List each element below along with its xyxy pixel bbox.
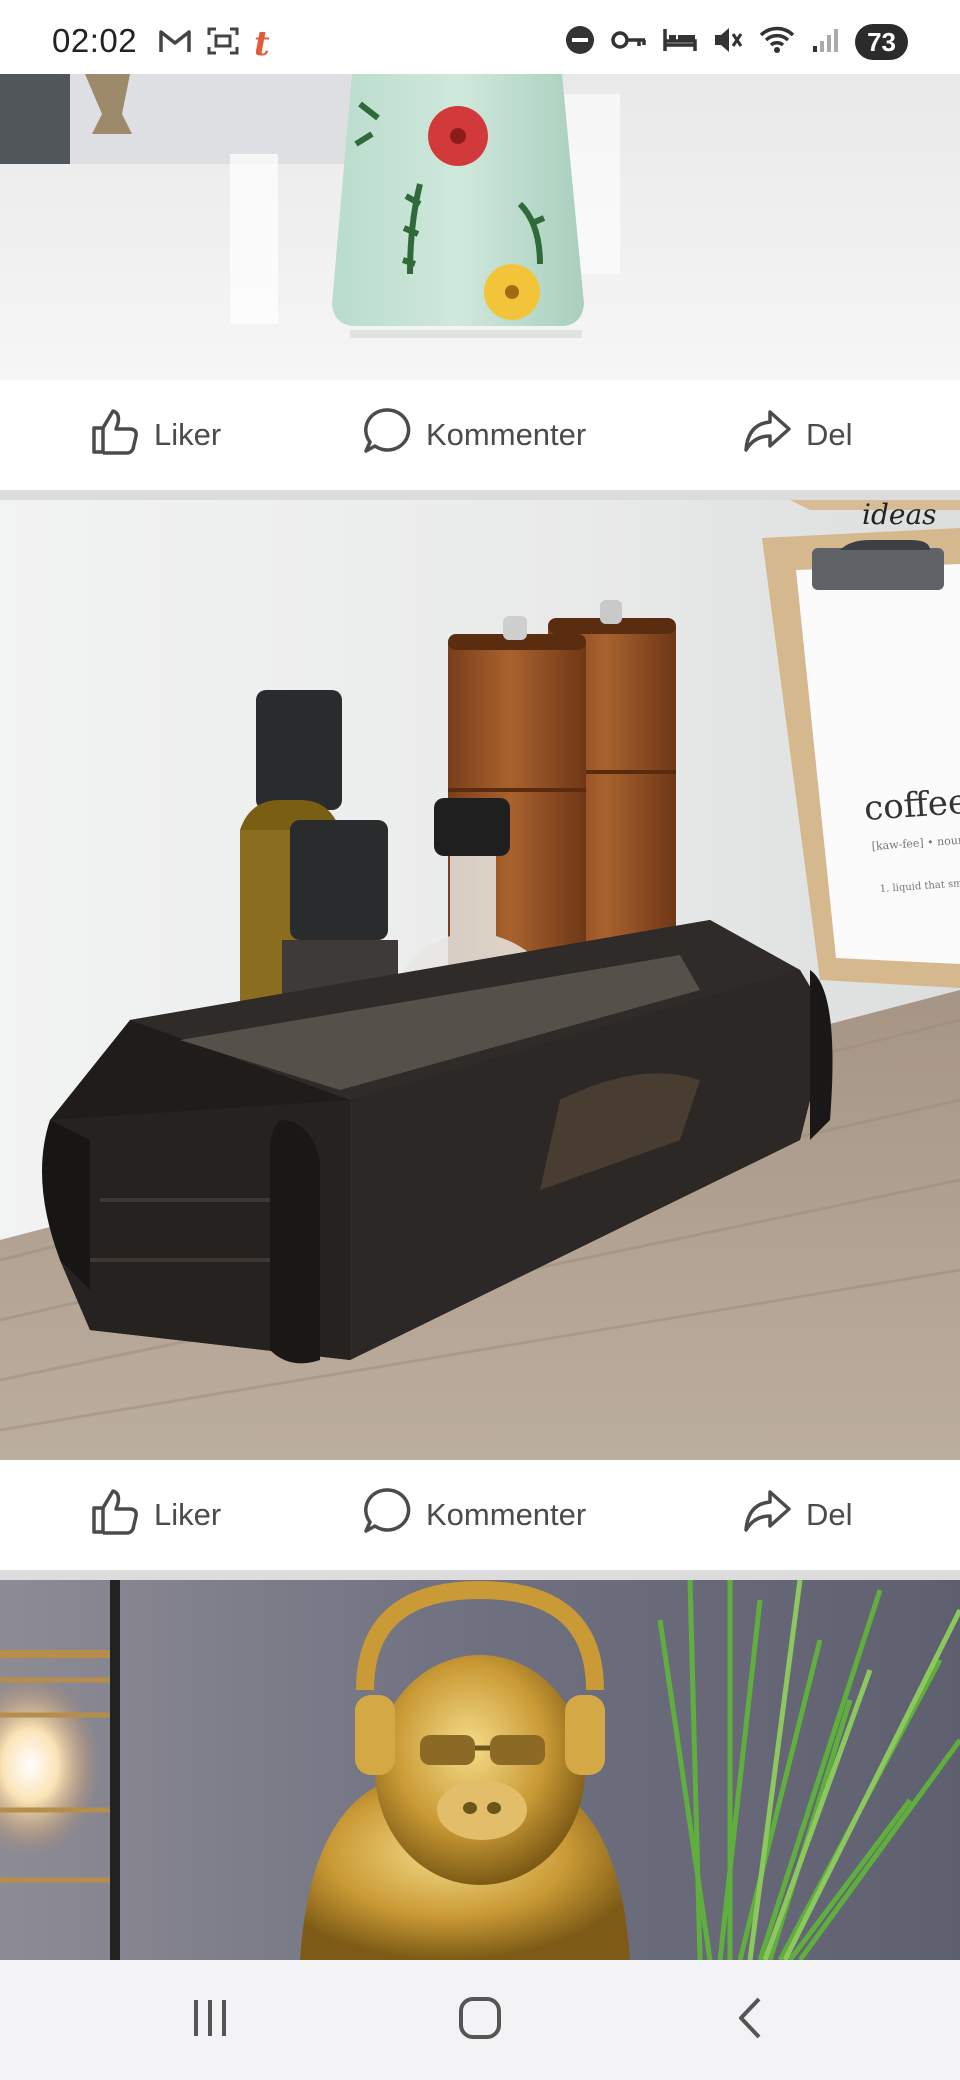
- comment-label: Kommenter: [426, 417, 587, 452]
- like-label: Liker: [154, 1497, 222, 1532]
- post-image-vase[interactable]: [0, 74, 960, 380]
- share-button[interactable]: Del: [742, 380, 853, 490]
- post-actions-1: Liker Kommenter Del: [0, 380, 960, 490]
- mute-icon: [713, 26, 743, 59]
- share-arrow-icon: [742, 406, 792, 464]
- recents-button[interactable]: [150, 1960, 270, 2080]
- screenshot-icon: [206, 26, 240, 61]
- back-button[interactable]: [690, 1960, 810, 2080]
- gmail-icon: [158, 28, 192, 59]
- share-arrow-icon: [742, 1486, 792, 1544]
- system-nav-bar: [0, 1960, 960, 2080]
- signal-icon: [811, 26, 839, 59]
- share-label: Del: [806, 417, 853, 452]
- key-icon: [611, 28, 647, 57]
- thumbs-up-icon: [90, 406, 140, 464]
- comment-bubble-icon: [362, 1486, 412, 1544]
- back-icon: [735, 1996, 765, 2045]
- recents-icon: [190, 1998, 230, 2043]
- status-time: 02:02: [52, 22, 138, 59]
- thumbs-up-icon: [90, 1486, 140, 1544]
- share-button[interactable]: Del: [742, 1460, 853, 1570]
- post-divider: [0, 1570, 960, 1580]
- comment-button[interactable]: Kommenter: [362, 380, 586, 490]
- clipboard-word: coffee: [863, 782, 960, 829]
- dnd-icon: [565, 25, 595, 60]
- sleep-icon: [663, 27, 697, 58]
- t-app-icon: t: [254, 23, 270, 64]
- post-divider: [0, 490, 960, 500]
- like-button[interactable]: Liker: [90, 1460, 221, 1570]
- home-button[interactable]: [420, 1960, 540, 2080]
- comment-bubble-icon: [362, 406, 412, 464]
- post-image-gorilla[interactable]: [0, 1580, 960, 1960]
- like-label: Liker: [154, 417, 222, 452]
- status-bar: 02:02 t 73: [0, 0, 960, 74]
- comment-label: Kommenter: [426, 1497, 587, 1532]
- wifi-icon: [759, 25, 795, 60]
- comment-button[interactable]: Kommenter: [362, 1460, 586, 1570]
- post-image-spice-box[interactable]: ideas coffee [kaw-fee] • noun 1. liquid …: [0, 500, 960, 1460]
- battery-indicator: 73: [855, 24, 908, 60]
- home-icon: [458, 1996, 502, 2045]
- post-actions-2: Liker Kommenter Del: [0, 1460, 960, 1570]
- share-label: Del: [806, 1497, 853, 1532]
- clipboard-top-text: ideas: [862, 500, 937, 531]
- like-button[interactable]: Liker: [90, 380, 221, 490]
